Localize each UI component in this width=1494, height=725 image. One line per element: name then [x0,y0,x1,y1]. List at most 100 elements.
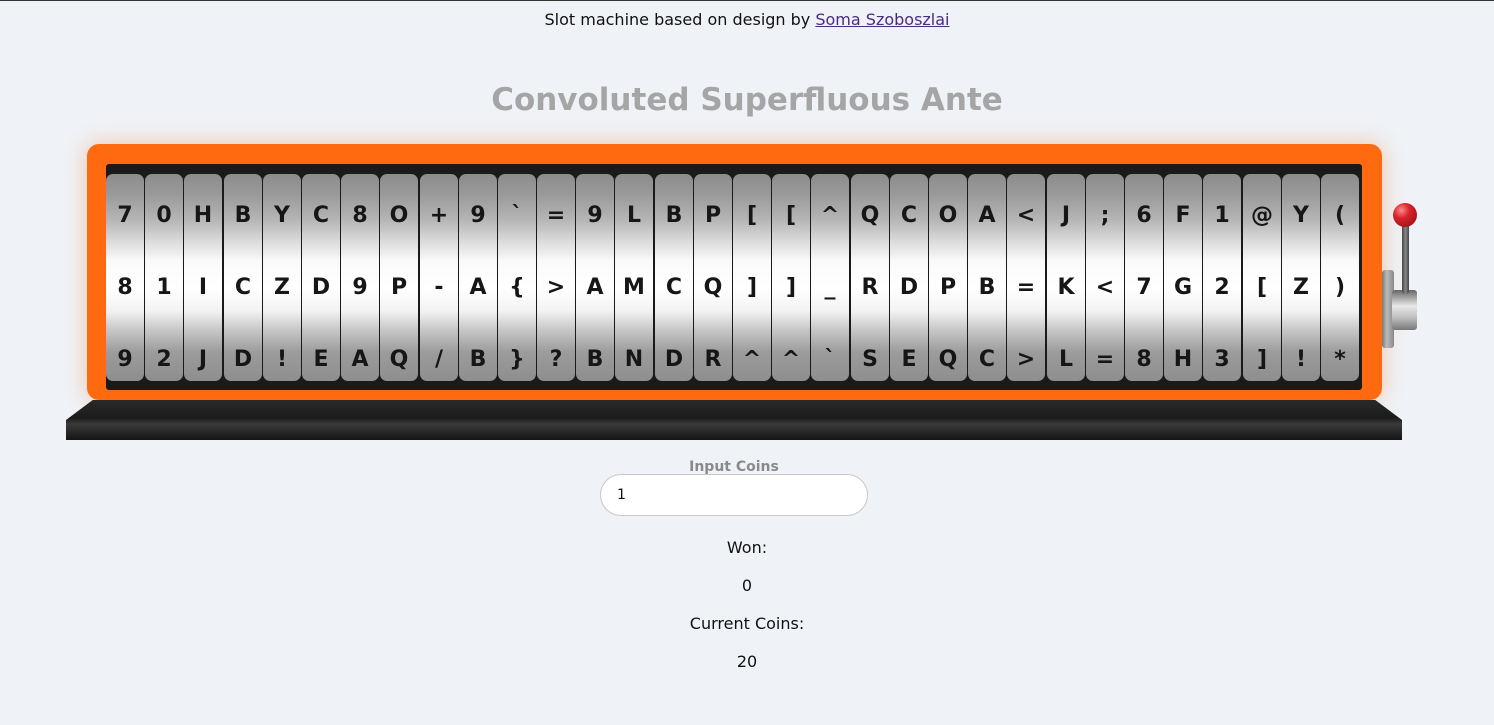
reel-symbol: J [198,347,208,372]
reel: < = > [1007,174,1045,381]
reel-symbol: < [1016,203,1036,228]
reel: P Q R [694,174,732,381]
reel-symbol: 0 [156,203,172,228]
reel-symbol: * [1334,347,1346,372]
top-divider [0,0,1494,1]
reel: Y Z! [1282,174,1320,381]
reel-symbol: ^ [742,347,762,372]
reel-symbol: 9 [470,203,486,228]
reel-symbol: F [1175,203,1191,228]
reel: = >? [537,174,575,381]
reel-symbol: = [1095,347,1115,372]
current-coins-label: Current Coins: [689,614,805,633]
reel-symbol: 2 [1214,275,1230,300]
reel-symbol: A [978,203,996,228]
reel-symbol: ? [549,347,563,372]
current-coins-value: 20 [736,652,758,671]
reel-symbol: 2 [156,347,172,372]
lever-knob-icon[interactable] [1393,203,1417,227]
reel-symbol: [ [785,203,797,228]
input-coins-field[interactable] [600,474,868,516]
reel: ^ _ ` [811,174,849,381]
reel-symbol: ^ [820,203,840,228]
reel-symbol: S [862,347,878,372]
reel-symbol: J [1061,203,1071,228]
reel-symbol: B [665,203,683,228]
reel: Q R S [851,174,889,381]
reel-symbol: 3 [1214,347,1230,372]
reel-symbol: A [469,275,487,300]
reel: C D E [302,174,340,381]
reel-symbol: / [434,347,444,372]
reel-symbol: C [234,275,252,300]
reel-symbol: ] [746,275,758,300]
reel-symbol: Z [274,275,290,300]
reel-symbol: [ [1256,275,1268,300]
reel-symbol: B [234,203,252,228]
reel-symbol: = [546,203,566,228]
reel: 9 A B [459,174,497,381]
reel: J K L [1047,174,1085,381]
reel-symbol: ` [511,203,523,228]
reel-symbol: O [389,203,409,228]
reel-symbol: L [626,203,642,228]
reel-symbol: 9 [587,203,603,228]
reel: [] ^ [733,174,771,381]
won-label: Won: [726,538,768,557]
reel-symbol: H [1173,347,1193,372]
reel-symbol: _ [824,275,836,300]
reel-symbol: Y [1293,203,1309,228]
reel-symbol: ( [1334,203,1346,228]
reel-symbol: C [665,275,683,300]
reel: ` {} [498,174,536,381]
reel: B C D [224,174,262,381]
reel-symbol: A [586,275,604,300]
reel-symbol: B [586,347,604,372]
reel-symbol: ^ [781,347,801,372]
reel-symbol: ; [1100,203,1110,228]
slot-base [66,400,1402,440]
reel-symbol: Z [1293,275,1309,300]
reel-symbol: 1 [156,275,172,300]
reel-symbol: } [509,347,525,372]
reel: 6 7 8 [1125,174,1163,381]
reel-symbol: 8 [1136,347,1152,372]
reel-symbol: C [978,347,996,372]
lever-mount [1382,270,1417,348]
reel: 9 A B [576,174,614,381]
reel-symbol: D [233,347,253,372]
lever-hub [1392,290,1417,330]
reel: C D E [890,174,928,381]
reel-symbol: ] [785,275,797,300]
reel: 1 2 3 [1203,174,1241,381]
reel-symbol: { [509,275,525,300]
reel-symbol: D [311,275,331,300]
reel-symbol: ] [1256,347,1268,372]
reel-symbol: 9 [117,347,133,372]
reel: [] ^ [772,174,810,381]
reel: ; < = [1086,174,1124,381]
reel-symbol: ) [1334,275,1346,300]
reel-symbol: @ [1251,203,1273,228]
reel-symbol: L [1058,347,1074,372]
reel-symbol: R [704,347,722,372]
page-title: Convoluted Superfluous Ante [491,82,1003,118]
reel-symbol: 1 [1214,203,1230,228]
reel-symbol: P [939,275,957,300]
reel-symbol: Q [703,275,723,300]
reel-symbol: D [899,275,919,300]
won-value: 0 [741,576,753,595]
reel-symbol: < [1095,275,1115,300]
reel-symbol: I [198,275,208,300]
reel: 8 9 A [341,174,379,381]
reel-symbol: ` [824,347,836,372]
reel: O P Q [929,174,967,381]
reel: Y Z! [263,174,301,381]
reel-symbol: - [434,275,444,300]
credit-author-link[interactable]: Soma Szoboszlai [815,10,949,29]
reel: H I J [184,174,222,381]
reel-symbol: E [313,347,329,372]
reel: O P Q [380,174,418,381]
lever-icon[interactable] [1402,218,1409,294]
reel: L M N [615,174,653,381]
